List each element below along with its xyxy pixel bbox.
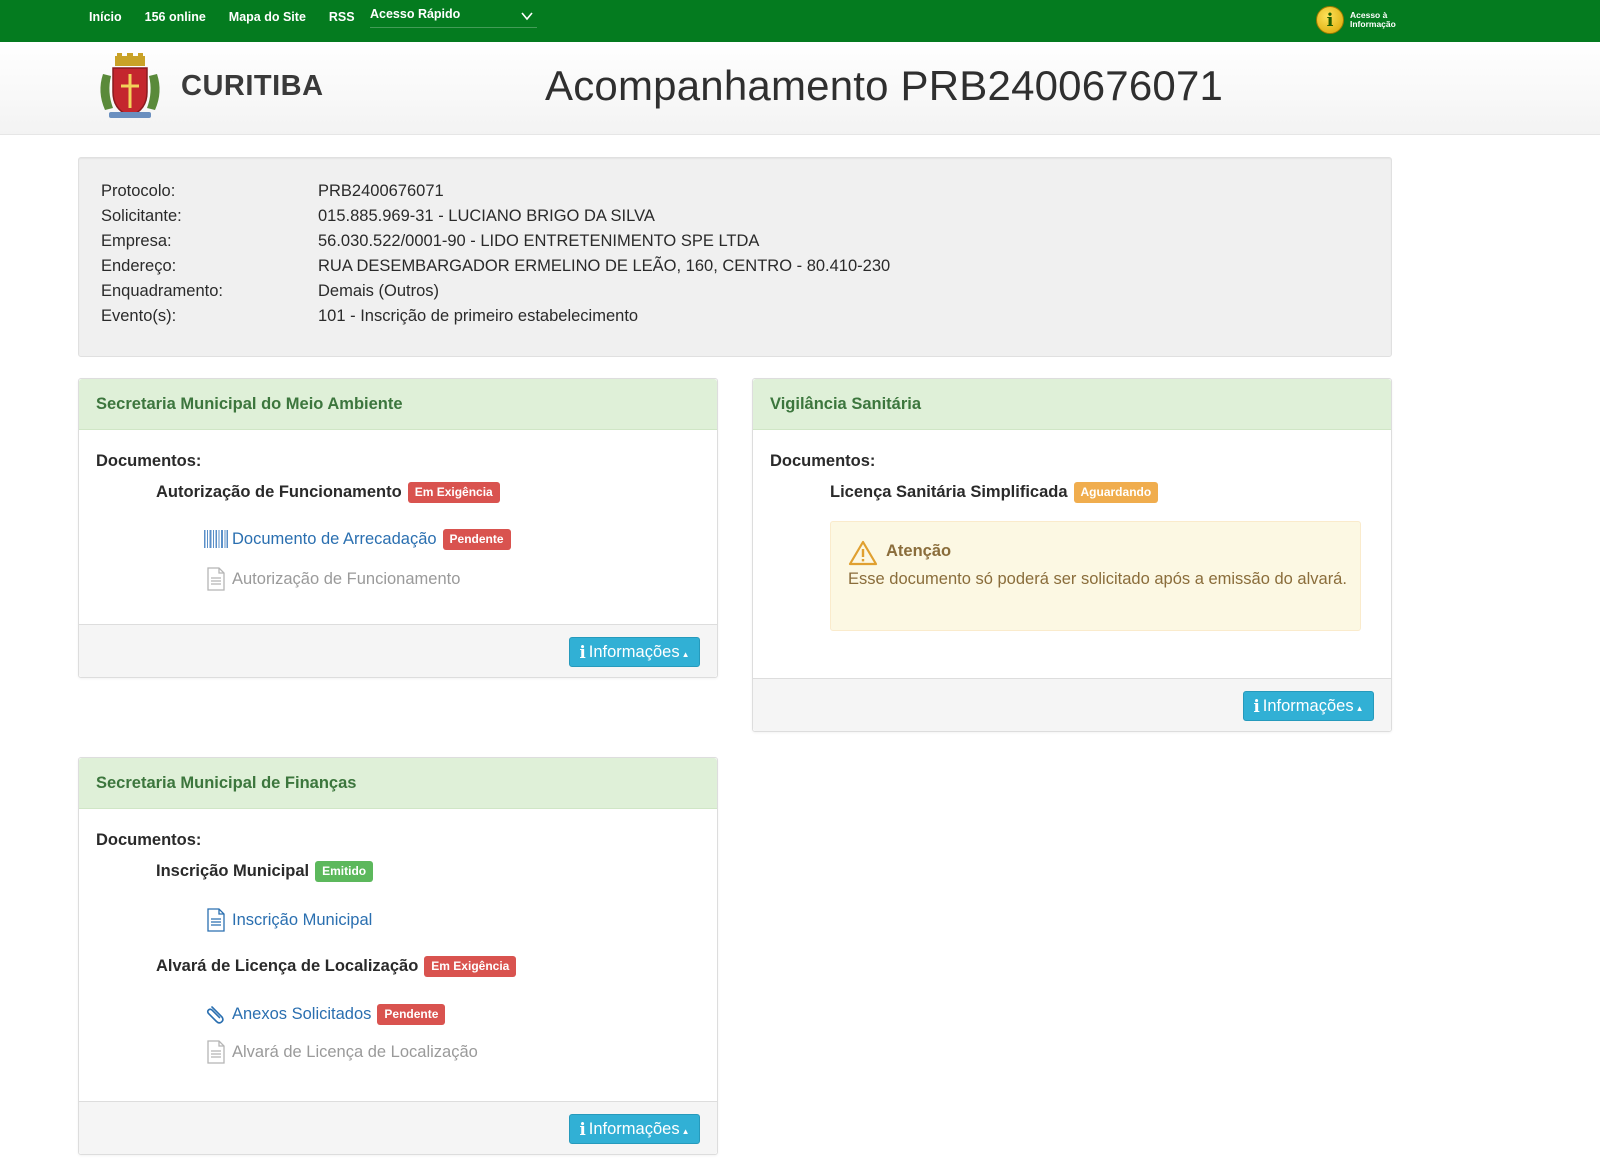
document-label-disabled: Alvará de Licença de Localização: [232, 1042, 478, 1061]
document-item: Anexos Solicitados Pendente: [204, 1002, 446, 1026]
paperclip-icon: [204, 1002, 228, 1026]
panel-header: Secretaria Municipal de Finanças: [79, 758, 717, 809]
warning-icon: [848, 540, 878, 566]
status-badge: Pendente: [377, 1003, 446, 1025]
page-title: Acompanhamento PRB2400676071: [545, 62, 1224, 109]
info-icon: i: [579, 1119, 586, 1139]
nav-inicio[interactable]: Início: [89, 10, 122, 24]
document-item: Inscrição Municipal: [204, 908, 372, 932]
informacoes-button[interactable]: i Informações ▲: [569, 1114, 700, 1144]
info-icon: i: [1253, 696, 1260, 716]
summary-label: Evento(s):: [101, 307, 177, 325]
barcode-icon: [204, 527, 228, 551]
document-title: Autorização de Funcionamento Em Exigênci…: [156, 482, 500, 503]
summary-value: 56.030.522/0001-90 - LIDO ENTRETENIMENTO…: [318, 232, 760, 250]
document-icon: [204, 567, 228, 591]
document-icon: [204, 908, 228, 932]
panel-footer: i Informações ▲: [79, 1101, 717, 1154]
document-name: Inscrição Municipal: [156, 862, 310, 880]
quick-access-select[interactable]: Acesso Rápido: [370, 7, 537, 28]
alert-title: Atenção: [886, 542, 952, 560]
quick-access-label: Acesso Rápido: [370, 7, 461, 21]
document-icon: [204, 1040, 228, 1064]
document-item: Autorização de Funcionamento: [204, 567, 460, 591]
info-access-icon: i: [1316, 6, 1344, 34]
panel-title: Secretaria Municipal de Finanças: [96, 774, 357, 792]
attention-alert: Atenção Esse documento só poderá ser sol…: [830, 521, 1361, 631]
document-link-arrecadacao[interactable]: Documento de Arrecadação: [232, 530, 437, 549]
status-badge: Em Exigência: [407, 482, 500, 503]
summary-label: Endereço:: [101, 257, 177, 275]
nav-mapa-do-site[interactable]: Mapa do Site: [229, 10, 306, 24]
status-badge: Aguardando: [1073, 482, 1159, 503]
info-access-line2: Informação: [1350, 19, 1396, 29]
document-title: Alvará de Licença de Localização Em Exig…: [156, 956, 517, 977]
info-icon: i: [579, 642, 586, 662]
button-label: Informações: [588, 1119, 680, 1138]
summary-value: PRB2400676071: [318, 182, 444, 200]
panel-header: Secretaria Municipal do Meio Ambiente: [79, 379, 717, 430]
panel-vigilancia-sanitaria: Vigilância Sanitária Documentos: Licença…: [752, 378, 1392, 732]
summary-value: Demais (Outros): [318, 282, 440, 300]
button-label: Informações: [1262, 696, 1354, 715]
alert-text: Esse documento só poderá ser solicitado …: [848, 570, 1347, 588]
document-link-anexos[interactable]: Anexos Solicitados: [232, 1005, 371, 1024]
summary-label: Protocolo:: [101, 182, 176, 200]
summary-value: RUA DESEMBARGADOR ERMELINO DE LEÃO, 160,…: [318, 257, 891, 275]
summary-label: Empresa:: [101, 232, 172, 250]
panel-footer: i Informações ▲: [79, 624, 717, 677]
summary-value: 015.885.969-31 - LUCIANO BRIGO DA SILVA: [318, 207, 655, 225]
document-label-disabled: Autorização de Funcionamento: [232, 569, 461, 588]
status-badge: Emitido: [315, 861, 374, 882]
document-item: Documento de Arrecadação Pendente: [204, 527, 511, 551]
caret-up-icon: ▲: [681, 1126, 690, 1136]
nav-rss[interactable]: RSS: [329, 10, 355, 24]
caret-up-icon: ▲: [1355, 703, 1364, 713]
summary-label: Solicitante:: [101, 207, 182, 225]
summary-label: Enquadramento:: [101, 282, 224, 300]
top-bar: Início 156 online Mapa do Site RSS Acess…: [0, 0, 1600, 42]
document-name: Alvará de Licença de Localização: [156, 957, 419, 975]
info-access-text: Acesso à Informação: [1350, 11, 1396, 29]
status-badge: Em Exigência: [424, 956, 517, 977]
panel-footer: i Informações ▲: [753, 678, 1391, 731]
panel-financas: Secretaria Municipal de Finanças Documen…: [78, 757, 718, 1155]
documents-label: Documentos:: [96, 452, 202, 470]
panel-header: Vigilância Sanitária: [753, 379, 1391, 430]
panel-title: Secretaria Municipal do Meio Ambiente: [96, 395, 403, 413]
informacoes-button[interactable]: i Informações ▲: [569, 637, 700, 667]
city-name: CURITIBA: [181, 70, 324, 102]
documents-label: Documentos:: [770, 452, 876, 470]
document-name: Autorização de Funcionamento: [156, 483, 402, 501]
informacoes-button[interactable]: i Informações ▲: [1243, 691, 1374, 721]
panel-title: Vigilância Sanitária: [770, 395, 922, 413]
city-crest-logo[interactable]: [95, 52, 165, 122]
protocol-summary: Protocolo: PRB2400676071 Solicitante: 01…: [78, 157, 1392, 357]
document-title: Licença Sanitária Simplificada Aguardand…: [830, 482, 1159, 503]
document-item: Alvará de Licença de Localização: [204, 1040, 478, 1064]
document-title: Inscrição Municipal Emitido: [156, 861, 374, 882]
button-label: Informações: [588, 642, 680, 661]
nav-156-online[interactable]: 156 online: [145, 10, 206, 24]
caret-up-icon: ▲: [681, 649, 690, 659]
document-link-inscricao[interactable]: Inscrição Municipal: [232, 911, 372, 930]
summary-value: 101 - Inscrição de primeiro estabelecime…: [318, 307, 639, 325]
info-access-link[interactable]: i Acesso à Informação: [1316, 6, 1396, 34]
chevron-down-icon: [521, 12, 533, 21]
document-name: Licença Sanitária Simplificada: [830, 483, 1068, 501]
top-nav: Início 156 online Mapa do Site RSS: [89, 0, 378, 34]
panel-meio-ambiente: Secretaria Municipal do Meio Ambiente Do…: [78, 378, 718, 678]
status-badge: Pendente: [442, 528, 511, 550]
documents-label: Documentos:: [96, 831, 202, 849]
